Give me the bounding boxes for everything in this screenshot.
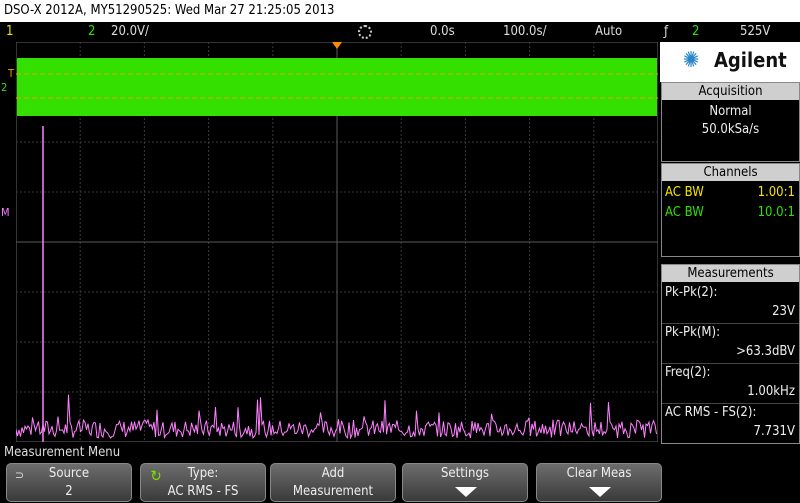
- trigger-level: 525V: [740, 24, 771, 39]
- divider: [662, 403, 799, 404]
- channel2-probe: 10.0:1: [757, 205, 795, 220]
- divider: [662, 323, 799, 324]
- submenu-arrow-icon: [589, 487, 611, 497]
- measurements-box: Measurements Pk-Pk(2): 23V Pk-Pk(M): >63…: [661, 264, 800, 444]
- math-marker: M: [1, 206, 10, 219]
- channels-box: Channels AC BW 1.00:1 AC BW 10.0:1: [661, 163, 800, 257]
- type-softkey[interactable]: ↻ Type: AC RMS - FS: [140, 463, 266, 502]
- channel1-indicator[interactable]: 1: [6, 22, 13, 42]
- measurement-name: AC RMS - FS(2):: [665, 405, 757, 420]
- channel1-probe: 1.00:1: [757, 185, 795, 200]
- menu-title: Measurement Menu: [0, 444, 800, 462]
- source-softkey[interactable]: ⊃ Source 2: [6, 463, 132, 502]
- softkey-label: Source: [48, 466, 90, 481]
- waveform-display[interactable]: [16, 42, 658, 442]
- run-status-icon: [358, 25, 372, 39]
- side-panel: ✺ Agilent Acquisition Normal 50.0kSa/s C…: [660, 42, 800, 444]
- window-title-bar: DSO-X 2012A, MY51290525: Wed Mar 27 21:2…: [0, 0, 800, 22]
- channels-header: Channels: [662, 164, 799, 181]
- softkey-label: Settings: [441, 466, 489, 481]
- softkey-label: Clear Meas: [566, 466, 632, 481]
- divider: [662, 363, 799, 364]
- acquisition-box: Acquisition Normal 50.0kSa/s: [661, 82, 800, 162]
- channel2-ground-marker: 2: [1, 81, 8, 94]
- measurement-value: 7.731V: [753, 424, 795, 439]
- measurement-value: 1.00kHz: [747, 384, 795, 399]
- clear-meas-softkey[interactable]: Clear Meas: [536, 463, 662, 502]
- softkey-label: Add: [321, 466, 345, 481]
- measurement-name: Pk-Pk(M):: [665, 325, 721, 340]
- channel2-trace: [17, 58, 657, 116]
- softkey-value: Measurement: [292, 484, 374, 499]
- channel2-indicator[interactable]: 2: [88, 22, 95, 42]
- window-title: DSO-X 2012A, MY51290525: Wed Mar 27 21:2…: [4, 3, 335, 18]
- status-bar: 1 2 20.0V/ 0.0s 100.0s/ Auto ƒ 2 525V: [0, 22, 800, 42]
- softkey-value: 2: [65, 484, 73, 499]
- softkey-label: Type:: [187, 466, 219, 481]
- measurement-value: 23V: [772, 304, 795, 319]
- trigger-slope-icon: ƒ: [664, 24, 669, 39]
- trigger-level-marker: T: [8, 67, 15, 80]
- channel2-info: AC BW 10.0:1: [665, 205, 795, 220]
- channel1-info: AC BW 1.00:1: [665, 185, 795, 200]
- measurement-name: Freq(2):: [665, 365, 711, 380]
- channel1-coupling: AC BW: [665, 185, 704, 200]
- measurement-value: >63.3dBV: [736, 344, 795, 359]
- acquisition-header: Acquisition: [662, 83, 799, 100]
- channel2-scale: 20.0V/: [111, 24, 149, 39]
- settings-softkey[interactable]: Settings: [402, 463, 528, 502]
- time-position: 0.0s: [430, 24, 455, 39]
- submenu-arrow-icon: [455, 487, 477, 497]
- trigger-channel: 2: [692, 24, 700, 39]
- brand-name: Agilent: [714, 48, 787, 72]
- trigger-mode: Auto: [595, 24, 623, 39]
- measurement-name: Pk-Pk(2):: [665, 285, 718, 300]
- agilent-spark-icon: ✺: [682, 48, 700, 73]
- measurements-header: Measurements: [662, 265, 799, 282]
- acquisition-mode: Normal: [709, 104, 752, 119]
- channel2-coupling: AC BW: [665, 205, 704, 220]
- time-scale: 100.0s/: [503, 24, 547, 39]
- acquisition-rate: 50.0kSa/s: [701, 122, 760, 137]
- add-measurement-softkey[interactable]: Add Measurement: [270, 463, 396, 502]
- brand-logo: ✺ Agilent: [660, 42, 800, 82]
- softkey-value: AC RMS - FS: [167, 484, 239, 499]
